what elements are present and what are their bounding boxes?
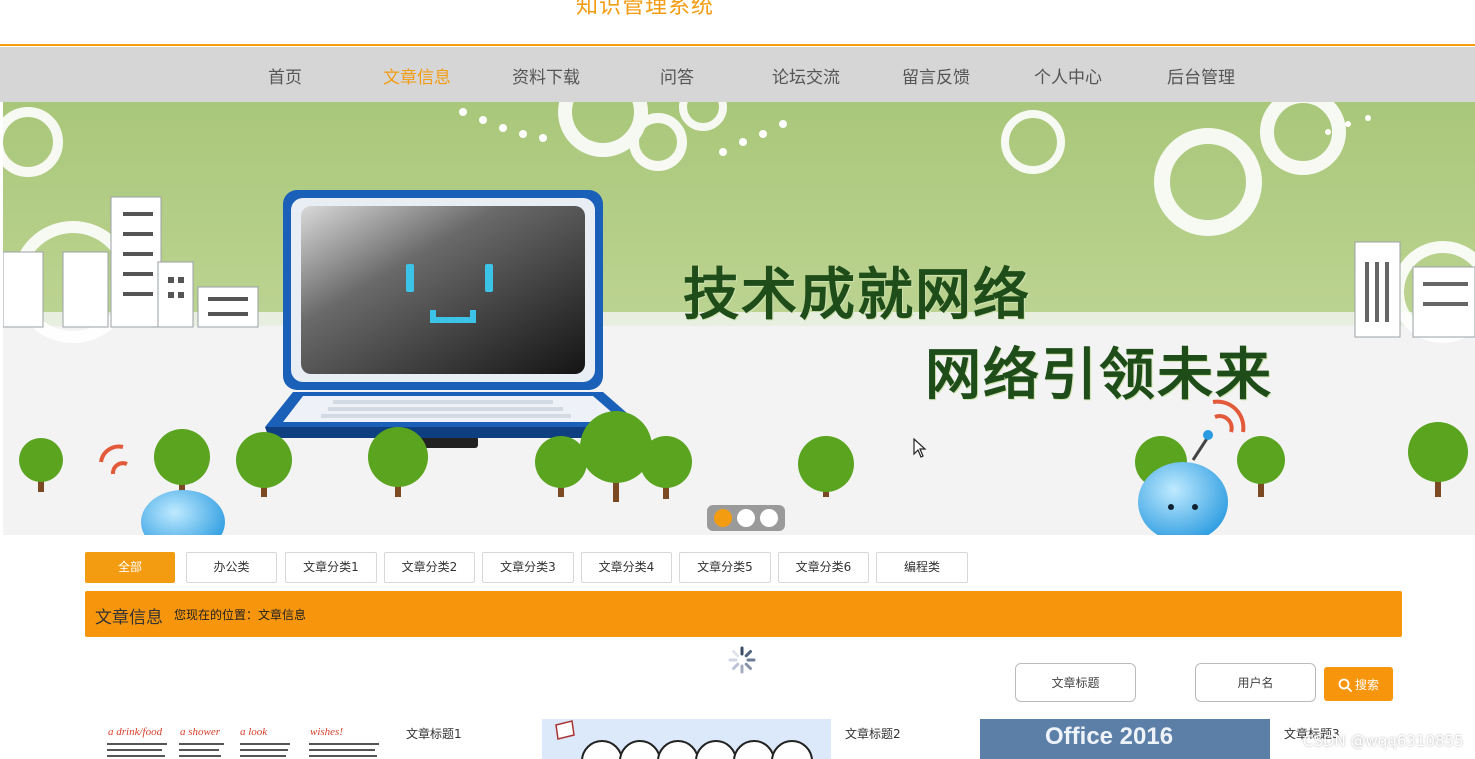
carousel-dot-1[interactable] <box>714 509 732 527</box>
username-search-input[interactable] <box>1195 663 1316 702</box>
main-nav: 首页 文章信息 资料下载 问答 论坛交流 留言反馈 个人中心 后台管理 <box>0 47 1475 102</box>
nav-item-articles[interactable]: 文章信息 <box>383 63 451 88</box>
category-1[interactable]: 文章分类1 <box>285 552 377 583</box>
article-thumbnail-1-image <box>107 743 379 757</box>
thumb1-label-a: a drink/food <box>108 726 163 738</box>
article-thumbnail-2-image <box>555 720 813 759</box>
banner-carousel[interactable]: 技术成就网络 网络引领未来 <box>3 102 1475 535</box>
article-thumbnail-3[interactable]: Office 2016 <box>980 719 1270 759</box>
nav-item-forum[interactable]: 论坛交流 <box>772 63 840 88</box>
category-programming[interactable]: 编程类 <box>876 552 968 583</box>
article-thumbnail-3-text: Office 2016 <box>1045 723 1174 750</box>
thumb1-label-d: wishes! <box>310 726 343 738</box>
mouse-cursor-icon <box>913 438 927 458</box>
breadcrumb: 您现在的位置：文章信息 <box>174 608 307 622</box>
article-title-search-input[interactable] <box>1015 663 1136 702</box>
category-3[interactable]: 文章分类3 <box>482 552 574 583</box>
category-2[interactable]: 文章分类2 <box>384 552 475 583</box>
category-6[interactable]: 文章分类6 <box>778 552 869 583</box>
category-4[interactable]: 文章分类4 <box>581 552 672 583</box>
article-thumbnail-1[interactable]: a drink/food a shower a look wishes! <box>103 719 393 759</box>
banner-slogan-line1: 技术成就网络 <box>683 263 1031 328</box>
banner-slogan-line2: 网络引领未来 <box>925 343 1273 408</box>
category-5[interactable]: 文章分类5 <box>679 552 771 583</box>
nav-item-feedback[interactable]: 留言反馈 <box>902 63 970 88</box>
article-title-1[interactable]: 文章标题1 <box>406 725 462 742</box>
article-thumbnail-2[interactable] <box>542 719 831 759</box>
watermark: CSDN @wqq6310855 <box>1303 732 1464 750</box>
carousel-dot-3[interactable] <box>760 509 778 527</box>
search-button-label: 搜索 <box>1354 677 1379 692</box>
search-button[interactable]: 搜索 <box>1324 667 1393 701</box>
search-icon <box>1338 678 1352 692</box>
nav-item-home[interactable]: 首页 <box>268 63 302 88</box>
site-header: 知识管理系统 <box>0 0 1475 46</box>
nav-item-qa[interactable]: 问答 <box>660 63 694 88</box>
nav-item-downloads[interactable]: 资料下载 <box>512 63 580 88</box>
nav-item-admin[interactable]: 后台管理 <box>1167 63 1235 88</box>
article-title-2[interactable]: 文章标题2 <box>845 725 901 742</box>
section-title: 文章信息 <box>95 608 163 628</box>
loading-spinner-icon <box>728 646 756 674</box>
thumb1-label-c: a look <box>240 726 268 738</box>
category-all[interactable]: 全部 <box>85 552 175 583</box>
category-office[interactable]: 办公类 <box>186 552 277 583</box>
nav-item-profile[interactable]: 个人中心 <box>1034 63 1102 88</box>
thumb1-label-b: a shower <box>180 726 221 738</box>
laptop-illustration <box>265 190 643 448</box>
carousel-indicators <box>707 505 785 531</box>
section-header: 文章信息 您现在的位置：文章信息 <box>85 591 1402 637</box>
site-title: 知识管理系统 <box>576 0 715 19</box>
carousel-dot-2[interactable] <box>737 509 755 527</box>
